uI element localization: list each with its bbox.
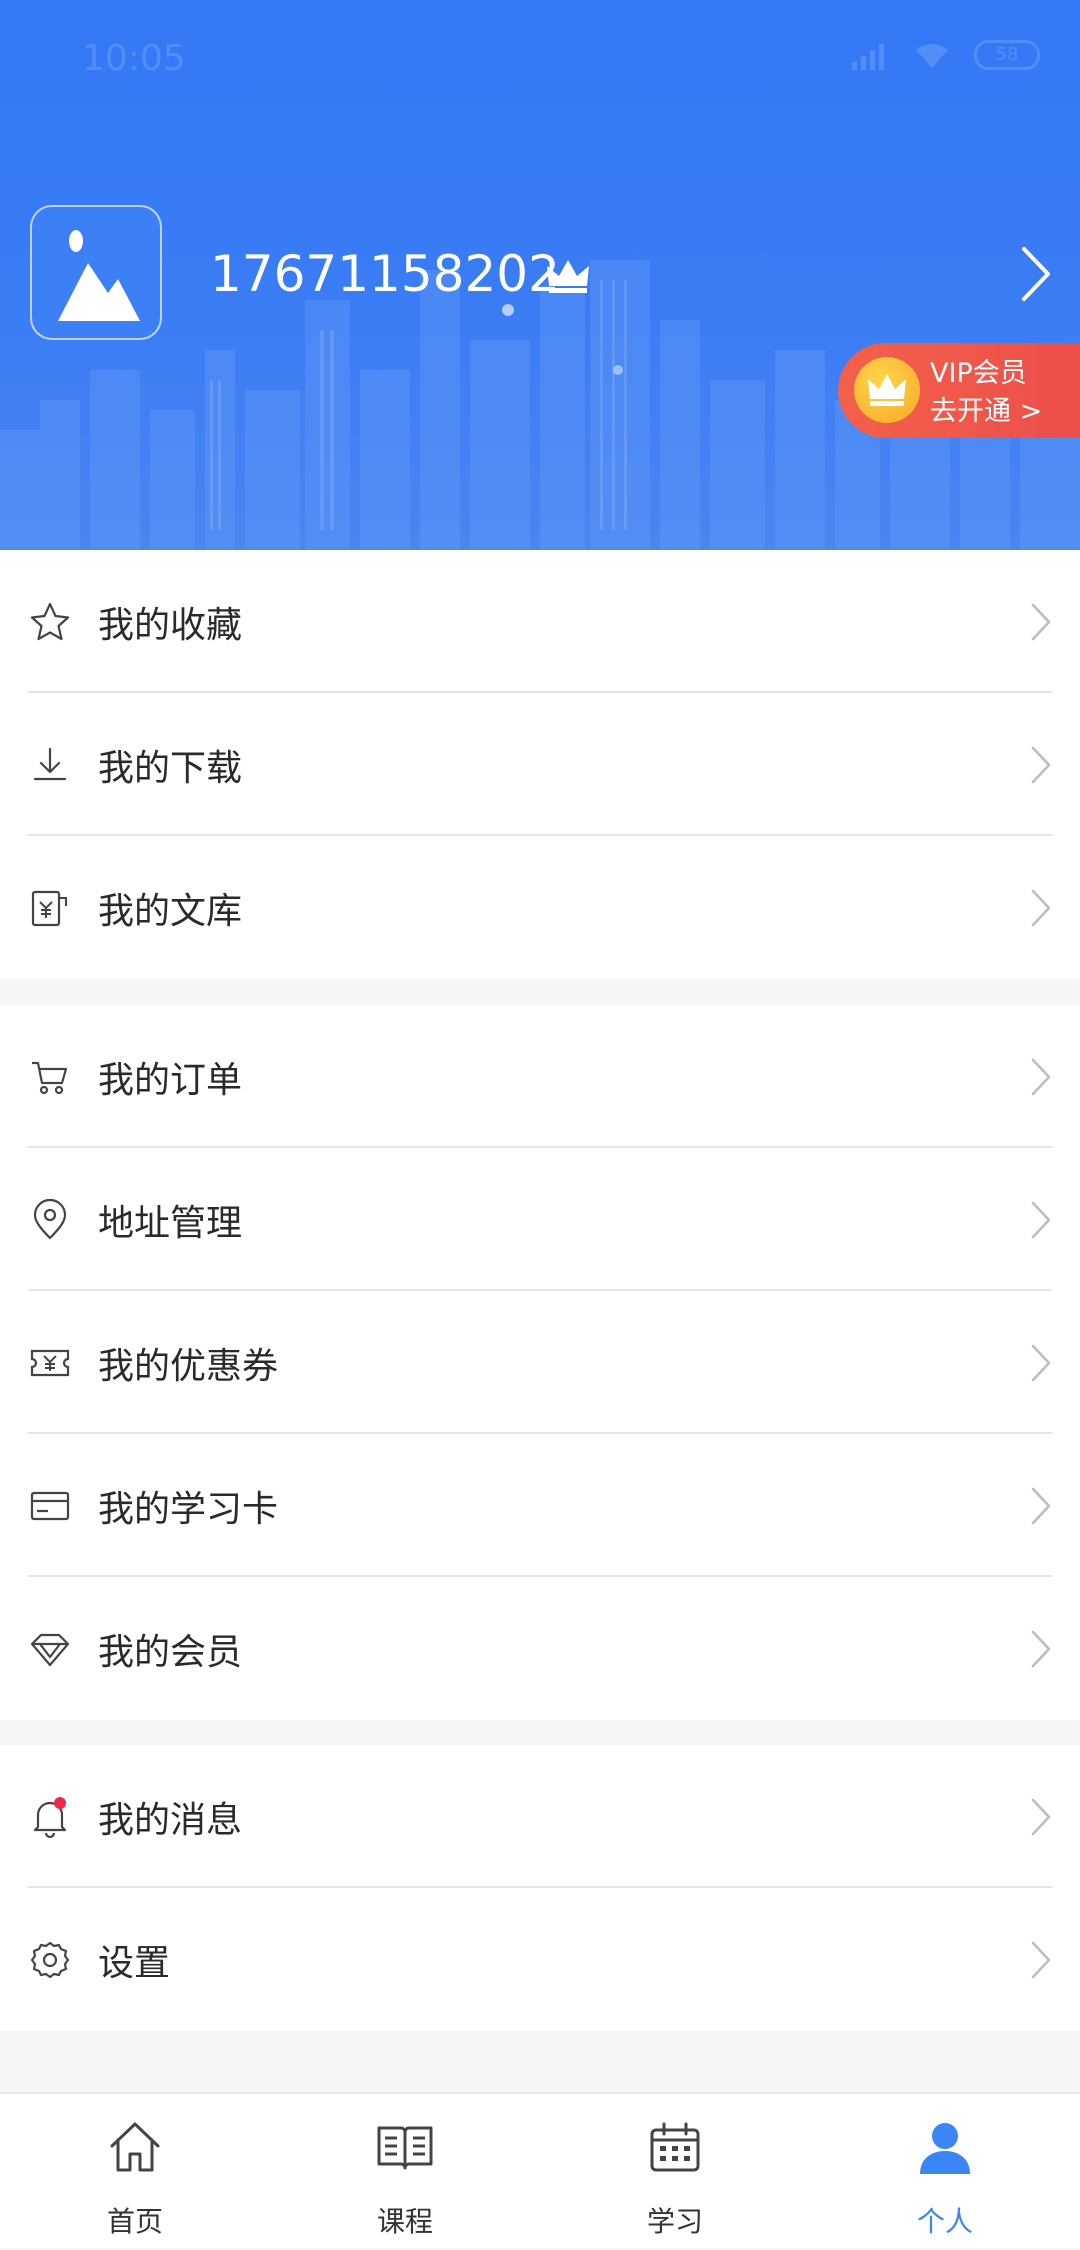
crown-icon — [868, 374, 906, 406]
battery-indicator: 58 — [974, 40, 1040, 70]
chevron-right-icon — [1031, 746, 1051, 783]
diamond-icon — [30, 1633, 70, 1666]
library-icon — [31, 890, 67, 926]
download-icon — [33, 747, 67, 780]
vip-open-button[interactable]: VIP会员 去开通 > — [838, 343, 1080, 438]
chevron-right-icon — [1031, 1798, 1051, 1835]
menu-item-label: 我的学习卡 — [98, 1488, 279, 1530]
vip-cta: 去开通 > — [930, 396, 1043, 427]
chevron-right-icon — [1031, 1201, 1051, 1238]
tab-home[interactable]: 首页 — [0, 2094, 270, 2250]
home-icon — [110, 2122, 160, 2172]
chevron-right-icon — [1031, 603, 1051, 640]
star-icon — [30, 602, 70, 640]
menu-item-library[interactable]: 我的文库 — [0, 836, 1080, 979]
coupon-icon — [30, 1349, 70, 1376]
chevron-right-icon — [1031, 889, 1051, 926]
menu-item-coupons[interactable]: 我的优惠券 — [0, 1291, 1080, 1434]
profile-header: 10:05 58 17671158202 VIP会员 去开通 > — [0, 0, 1080, 550]
signal-icon — [852, 44, 884, 70]
cart-icon — [32, 1061, 68, 1094]
card-icon — [30, 1491, 70, 1520]
username: 17671158202 — [210, 245, 560, 303]
profile-chevron-right-icon[interactable] — [1018, 245, 1054, 303]
chevron-right-icon — [1031, 1487, 1051, 1524]
menu-item-settings[interactable]: 设置 — [0, 1888, 1080, 2031]
menu-item-study-card[interactable]: 我的学习卡 — [0, 1434, 1080, 1577]
menu-item-favorites[interactable]: 我的收藏 — [0, 550, 1080, 693]
tab-profile[interactable]: 个人 — [810, 2094, 1080, 2250]
menu-item-label: 我的会员 — [98, 1631, 243, 1673]
chevron-right-icon — [1031, 1058, 1051, 1095]
image-placeholder-icon — [58, 230, 140, 321]
menu-item-label: 我的消息 — [98, 1799, 243, 1841]
menu-item-orders[interactable]: 我的订单 — [0, 1005, 1080, 1148]
menu-item-label: 设置 — [98, 1942, 171, 1984]
tab-label: 个人 — [916, 2205, 973, 2238]
gear-icon — [30, 1941, 70, 1978]
tab-label: 学习 — [646, 2205, 703, 2238]
location-pin-icon — [33, 1198, 67, 1240]
bottom-tab-bar: 首页 课程 学习 个人 — [0, 2092, 1080, 2248]
status-bar: 10:05 58 — [0, 0, 1080, 120]
menu-item-label: 我的收藏 — [98, 604, 243, 646]
menu-group-3: 我的消息 设置 — [0, 1745, 1080, 2031]
tab-courses[interactable]: 课程 — [270, 2094, 540, 2250]
chevron-right-icon — [1031, 1941, 1051, 1978]
menu-item-label: 我的下载 — [98, 747, 243, 789]
menu-item-downloads[interactable]: 我的下载 — [0, 693, 1080, 836]
menu-group-2: 我的订单 地址管理 我的优惠券 我的学习卡 我的会员 — [0, 1005, 1080, 1720]
vip-coin-icon — [854, 357, 920, 423]
vip-title: VIP会员 — [930, 358, 1027, 389]
tab-study[interactable]: 学习 — [540, 2094, 810, 2250]
bell-icon — [33, 1796, 67, 1838]
wifi-icon — [916, 43, 948, 68]
chevron-right-icon — [1031, 1344, 1051, 1381]
calendar-icon — [650, 2122, 700, 2172]
crown-icon — [547, 260, 589, 293]
person-icon — [920, 2123, 970, 2174]
menu-item-label: 我的优惠券 — [98, 1345, 279, 1387]
chevron-right-icon — [1031, 1630, 1051, 1667]
menu-item-messages[interactable]: 我的消息 — [0, 1745, 1080, 1888]
menu-group-1: 我的收藏 我的下载 我的文库 — [0, 550, 1080, 979]
menu-item-label: 我的订单 — [98, 1059, 243, 1101]
status-time: 10:05 — [82, 38, 186, 79]
menu-item-membership[interactable]: 我的会员 — [0, 1577, 1080, 1720]
menu-item-address[interactable]: 地址管理 — [0, 1148, 1080, 1291]
menu-item-label: 我的文库 — [98, 890, 243, 932]
tab-label: 首页 — [106, 2205, 163, 2238]
tab-label: 课程 — [376, 2205, 433, 2238]
menu-item-label: 地址管理 — [98, 1202, 243, 1244]
book-icon — [377, 2126, 433, 2170]
avatar[interactable] — [30, 205, 162, 340]
